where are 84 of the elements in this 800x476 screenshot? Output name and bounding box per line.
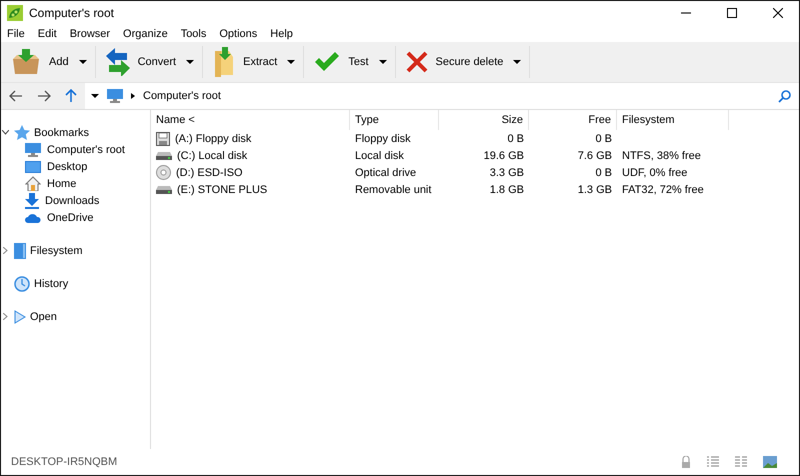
play-icon [14, 310, 26, 324]
address-path[interactable]: Computer's root [143, 90, 221, 102]
dropdown-arrow-icon[interactable] [186, 60, 194, 64]
back-arrow-icon[interactable] [9, 90, 23, 102]
table-cell: Local disk [355, 150, 404, 162]
table-cell: Removable unit [355, 184, 432, 196]
dropdown-arrow-icon[interactable] [378, 60, 387, 64]
details-view-icon[interactable] [735, 456, 747, 468]
table-cell: FAT32, 72% free [622, 184, 704, 196]
dropdown-arrow-icon[interactable] [91, 94, 99, 98]
sidebar-section[interactable]: Filesystem [30, 244, 83, 256]
table-cell: (C:) Local disk [177, 150, 248, 162]
download-icon [25, 192, 39, 208]
menu-item[interactable]: Help [270, 28, 293, 40]
column-header[interactable]: Size [439, 110, 529, 130]
monitor-icon [107, 89, 123, 103]
box-icon [11, 49, 41, 75]
dropdown-arrow-icon[interactable] [513, 60, 522, 64]
table-cell: Floppy disk [355, 132, 411, 144]
menu-item[interactable]: Tools [180, 28, 206, 40]
close-icon[interactable] [773, 8, 783, 18]
maximize-icon[interactable] [727, 8, 737, 18]
table-cell: (D:) ESD-ISO [176, 166, 243, 178]
sidebar-section[interactable]: Open [30, 310, 57, 322]
window-title: Computer's root [29, 6, 115, 20]
table-cell: (E:) STONE PLUS [177, 184, 268, 196]
table-cell: 7.6 GB [578, 150, 612, 162]
up-arrow-icon[interactable] [65, 89, 77, 103]
clock-icon [14, 276, 30, 292]
column-header[interactable]: Free [529, 110, 617, 130]
table-cell: 1.8 GB [490, 184, 524, 196]
desktop-icon [25, 160, 41, 172]
sidebar-item[interactable]: Desktop [47, 160, 88, 172]
folder-icon [213, 47, 236, 77]
cloud-icon [25, 212, 41, 222]
document-icon [14, 242, 26, 258]
table-cell: 19.6 GB [484, 150, 524, 162]
table-cell: 3.3 GB [490, 166, 524, 178]
search-icon[interactable] [778, 90, 791, 102]
toolbar-button[interactable]: Secure delete [402, 51, 508, 73]
checkmark-icon [314, 52, 340, 72]
pea-pod-icon [7, 5, 23, 21]
sidebar-item[interactable]: Home [47, 178, 76, 190]
lock-icon[interactable] [681, 456, 691, 468]
sidebar-section[interactable]: Bookmarks [34, 126, 90, 138]
drive-icon [156, 186, 172, 194]
dropdown-arrow-icon[interactable] [287, 60, 296, 64]
column-header[interactable]: Filesystem [617, 110, 729, 130]
menu-item[interactable]: Browser [70, 28, 110, 40]
toolbar-button[interactable]: Extract [209, 47, 282, 77]
sidebar-item[interactable]: Computer's root [47, 144, 125, 156]
list-view-icon[interactable] [707, 456, 719, 468]
chevron-icon [131, 93, 135, 99]
menu-item[interactable]: Edit [38, 28, 57, 40]
menu-item[interactable]: File [7, 28, 25, 40]
house-icon [25, 176, 41, 191]
drive-icon [156, 152, 172, 160]
table-cell: 0 B [507, 132, 524, 144]
column-header[interactable]: Name < [151, 110, 350, 130]
menu-item[interactable]: Organize [123, 28, 168, 40]
sidebar-item[interactable]: OneDrive [47, 212, 94, 224]
swap-arrows-icon [106, 48, 130, 76]
address-bar[interactable]: Computer's root [85, 83, 799, 109]
toolbar-button[interactable]: Add [7, 49, 73, 75]
cross-icon [406, 51, 428, 73]
menu-item[interactable]: Options [219, 28, 258, 40]
toolbar-button[interactable]: Convert [102, 48, 180, 76]
table-cell: 1.3 GB [578, 184, 612, 196]
forward-arrow-icon[interactable] [37, 90, 51, 102]
sidebar-section[interactable]: History [34, 278, 68, 290]
toolbar-button[interactable]: Test [310, 52, 373, 72]
disc-icon [156, 165, 171, 180]
table-cell: UDF, 0% free [622, 166, 688, 178]
table-cell: (A:) Floppy disk [175, 132, 252, 144]
status-text: DESKTOP-IR5NQBM [11, 456, 118, 468]
column-header[interactable]: Type [350, 110, 439, 130]
table-cell: NTFS, 38% free [622, 150, 701, 162]
dropdown-arrow-icon[interactable] [78, 60, 87, 64]
table-cell: 0 B [595, 132, 612, 144]
table-cell: 0 B [595, 166, 612, 178]
sidebar-item[interactable]: Downloads [45, 194, 100, 206]
star-icon [14, 124, 30, 140]
monitor-icon [25, 142, 41, 156]
table-cell: Optical drive [355, 166, 416, 178]
